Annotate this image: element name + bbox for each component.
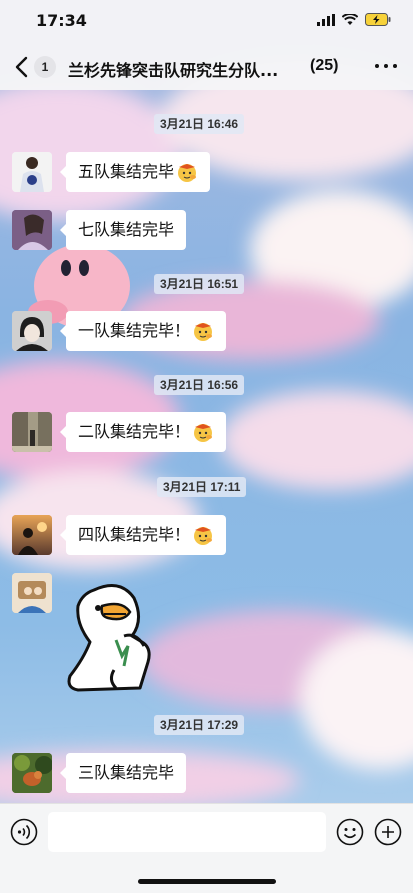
status-bar: 17:34: [0, 0, 413, 44]
salute-emoji-icon: [194, 424, 213, 442]
voice-input-icon[interactable]: [10, 818, 38, 846]
wifi-icon: [342, 13, 358, 25]
timestamp: 3月21日 17:11: [157, 477, 247, 497]
message-text: 四队集结完毕！: [78, 525, 191, 544]
battery-charging-icon: [365, 13, 391, 26]
timestamp: 3月21日 16:51: [154, 274, 245, 294]
message-bubble[interactable]: 五队集结完毕: [59, 152, 211, 192]
avatar[interactable]: [12, 311, 52, 351]
timestamp: 3月21日 17:29: [154, 715, 245, 735]
plus-icon[interactable]: [374, 818, 402, 846]
message-bubble[interactable]: 二队集结完毕！: [59, 412, 227, 452]
message-input-bar: [0, 803, 413, 893]
status-time: 17:34: [36, 11, 87, 30]
avatar[interactable]: [12, 573, 52, 613]
message-bubble[interactable]: 三队集结完毕: [59, 753, 187, 793]
duck-sticker[interactable]: [64, 576, 160, 694]
chat-header: 1 兰杉先锋突击队研究生分队... (25): [0, 44, 413, 90]
signal-icon: [317, 13, 335, 26]
message-bubble[interactable]: 一队集结完毕！: [59, 311, 227, 351]
home-indicator: [138, 879, 276, 884]
message-text: 二队集结完毕！: [78, 422, 191, 441]
emoji-icon[interactable]: [336, 818, 364, 846]
salute-emoji-icon: [194, 527, 213, 545]
message-text: 一队集结完毕！: [78, 321, 191, 340]
member-count: (25): [310, 57, 339, 74]
salute-emoji-icon: [194, 323, 213, 341]
timestamp: 3月21日 16:56: [154, 375, 245, 395]
salute-emoji-icon: [178, 164, 197, 182]
message-text: 三队集结完毕: [78, 763, 175, 782]
chat-title: 兰杉先锋突击队研究生分队...: [68, 61, 279, 80]
back-arrow-icon[interactable]: [12, 55, 32, 79]
avatar[interactable]: [12, 412, 52, 452]
message-text: 七队集结完毕: [78, 220, 175, 239]
message-bubble[interactable]: 四队集结完毕！: [59, 515, 227, 555]
avatar[interactable]: [12, 152, 52, 192]
more-options-icon[interactable]: [375, 64, 397, 68]
avatar[interactable]: [12, 753, 52, 793]
message-bubble[interactable]: 七队集结完毕: [59, 210, 187, 250]
avatar[interactable]: [12, 515, 52, 555]
unread-count-badge[interactable]: 1: [34, 56, 56, 78]
message-text: 五队集结完毕: [78, 162, 175, 181]
message-input[interactable]: [48, 812, 326, 852]
timestamp: 3月21日 16:46: [154, 114, 245, 134]
avatar[interactable]: [12, 210, 52, 250]
